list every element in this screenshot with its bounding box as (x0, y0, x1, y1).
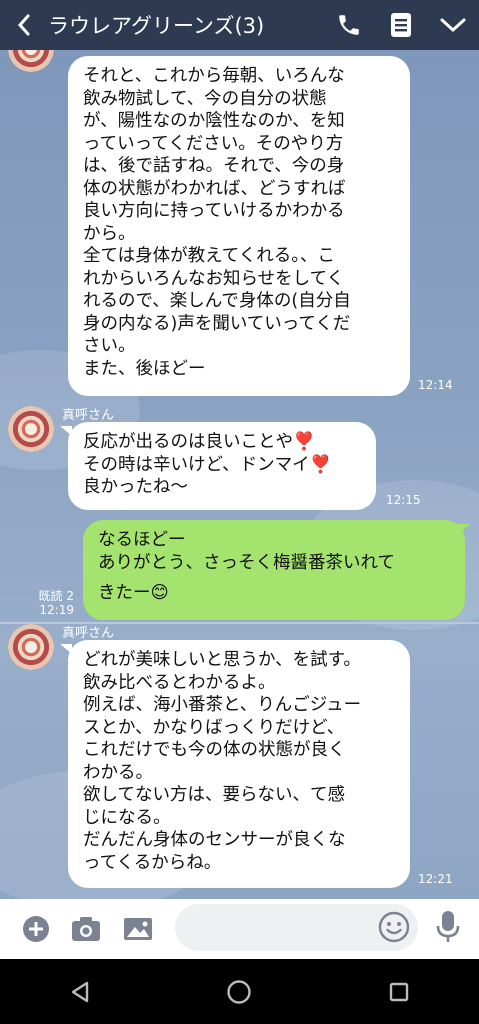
message-timestamp: 12:15 (386, 493, 421, 507)
message-line: れるので、楽しんで身体の(自分自 (83, 291, 351, 311)
message-line: っていってください。そのやり方 (83, 133, 344, 154)
nav-back-button[interactable] (50, 962, 110, 1022)
message-line: さい。 (83, 336, 136, 356)
chevron-left-icon (17, 14, 30, 36)
avatar[interactable] (8, 50, 54, 72)
message-bubble[interactable]: 反応が出るのは良いことや❣️ その時は辛いけど、ドンマイ❣️ 良かったね〜 (68, 422, 376, 510)
my-message-bubble[interactable]: なるほどー ありがとう、さっそく梅醤番茶いれて きたー😊 (83, 520, 465, 620)
message-line: きたー😊 (98, 583, 169, 603)
call-button[interactable] (323, 0, 375, 50)
nav-back-icon (71, 981, 89, 1002)
message-line: から。 (83, 223, 136, 244)
message-line: これだけでも今の体の状態が良く (83, 740, 346, 760)
nav-home-icon (227, 979, 252, 1004)
back-button[interactable] (0, 0, 48, 50)
read-receipt: 既読 2 (38, 589, 74, 603)
message-line: 良い方向に持っていけるかわかる (83, 201, 345, 221)
message-line: 反応が出るのは良いことや❣️ (83, 432, 315, 452)
sender-name: 真呼さん (62, 408, 115, 423)
nav-recents-button[interactable] (369, 962, 429, 1022)
message-line: が、陽性なのか陰性なのか、を知 (83, 111, 345, 131)
message-line: どれが美味しいと思うか、を試す。 (83, 650, 361, 670)
image-button[interactable] (117, 899, 159, 959)
message-line: 身の内なる)声を聞いていってくだ (83, 313, 351, 334)
message-timestamp: 12:21 (418, 872, 453, 886)
message-line: その時は辛いけど、ドンマイ❣️ (83, 454, 332, 475)
message-line: だんだん身体のセンサーが良くな (83, 830, 346, 850)
message-line: は、後で話すね。それで、今の身 (83, 156, 345, 176)
emoji-button[interactable] (378, 911, 410, 943)
message-line: れからいろんなお知らせをしてく (83, 268, 345, 289)
message-line: また、後ほどー (83, 358, 206, 379)
message-timestamp: 12:19 (39, 603, 74, 617)
plus-circle-icon (23, 916, 49, 942)
message-line: 飲み物試して、今の自分の状態 (83, 88, 327, 109)
message-line: わかる。 (83, 762, 153, 783)
message-line: ってくるからね。 (83, 852, 222, 873)
message-list[interactable]: それと、これから毎朝、いろんな 飲み物試して、今の自分の状態 が、陽性なのか陰性… (0, 50, 479, 899)
message-timestamp: 12:14 (418, 378, 453, 392)
message-line: 例えば、海小番茶と、りんごジュー (83, 695, 362, 715)
phone-icon (339, 15, 359, 35)
camera-button[interactable] (65, 899, 107, 959)
message-line: スとか、かなりばっくりだけど、 (83, 717, 345, 738)
message-line: 体の状態がわかれば、どうすれば (83, 178, 346, 199)
notes-icon (391, 13, 411, 37)
message-line: ありがとう、さっそく梅醤番茶いれて (98, 552, 395, 573)
chat-header: ラウレアグリーンズ(3) (0, 0, 479, 50)
chevron-down-icon (440, 18, 466, 33)
image-icon (124, 918, 152, 940)
add-button[interactable] (15, 899, 57, 959)
nav-home-button[interactable] (209, 962, 269, 1022)
chat-title[interactable]: ラウレアグリーンズ(3) (48, 10, 323, 40)
message-line: 全ては身体が教えてくれる。、こ (83, 246, 335, 266)
camera-icon (72, 917, 100, 941)
bubble-tail (458, 524, 470, 534)
message-line: 良かったね〜 (83, 477, 188, 497)
message-bubble[interactable]: それと、これから毎朝、いろんな 飲み物試して、今の自分の状態 が、陽性なのか陰性… (68, 56, 410, 396)
nav-recents-icon (389, 982, 409, 1001)
message-line: 欲してない方は、要らない、て感 (83, 785, 345, 805)
message-bubble[interactable]: どれが美味しいと思うか、を試す。 飲み比べるとわかるよ。 例えば、海小番茶と、り… (68, 640, 410, 888)
message-line: 飲み比べるとわかるよ。 (83, 672, 276, 693)
message-line: それと、これから毎朝、いろんな (83, 66, 345, 86)
message-line: じになる。 (83, 807, 171, 828)
microphone-icon (436, 911, 460, 942)
menu-button[interactable] (427, 0, 479, 50)
system-nav-bar (0, 959, 479, 1024)
message-line: なるほどー (98, 530, 186, 550)
voice-button[interactable] (434, 909, 462, 945)
notes-button[interactable] (375, 0, 427, 50)
emoji-icon (378, 911, 410, 943)
avatar[interactable] (8, 406, 54, 452)
sender-name: 真呼さん (62, 626, 115, 641)
avatar[interactable] (8, 624, 54, 670)
